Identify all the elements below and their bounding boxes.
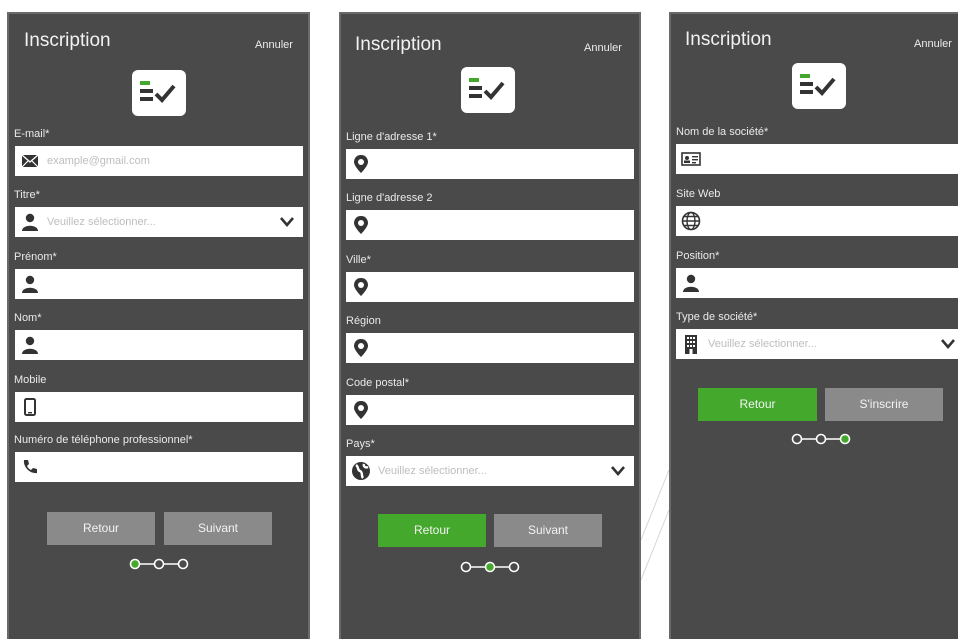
screen-title: Inscription [24, 30, 111, 51]
city-input[interactable] [346, 272, 634, 302]
screen-title: Inscription [355, 34, 442, 55]
step-indicator [460, 561, 520, 573]
country-select[interactable]: Veuillez sélectionner... [346, 456, 634, 486]
step-dot-2 [484, 561, 496, 573]
mobile-input[interactable] [15, 392, 303, 422]
last-name-input[interactable] [15, 330, 303, 360]
registration-screen-1: Inscription Annuler E-mail* example@gmai… [7, 12, 310, 639]
email-placeholder: example@gmail.com [47, 155, 150, 167]
person-icon [681, 273, 701, 293]
form-checklist-logo-icon [132, 70, 186, 116]
phone-handset-icon [20, 457, 40, 477]
back-button[interactable]: Retour [378, 514, 486, 547]
first-name-input[interactable] [15, 269, 303, 299]
email-input[interactable]: example@gmail.com [15, 146, 303, 176]
step-indicator [791, 433, 851, 445]
connector-lines [641, 470, 670, 580]
cancel-link[interactable]: Annuler [914, 38, 952, 50]
person-icon [20, 335, 40, 355]
step-dot-1 [129, 558, 141, 570]
id-card-icon [681, 149, 701, 169]
register-button[interactable]: S'inscrire [825, 388, 943, 421]
step-dot-2 [153, 558, 165, 570]
field-label-company-type: Type de société* [676, 311, 758, 323]
building-icon [681, 334, 701, 354]
step-dot-3 [177, 558, 189, 570]
web-globe-icon [681, 211, 701, 231]
map-pin-icon [351, 338, 371, 358]
region-input[interactable] [346, 333, 634, 363]
address-line-2-input[interactable] [346, 210, 634, 240]
screen-title: Inscription [685, 29, 772, 50]
postal-code-input[interactable] [346, 395, 634, 425]
map-pin-icon [351, 400, 371, 420]
field-label-address-line-2: Ligne d'adresse 2 [346, 192, 433, 204]
step-dot-3 [508, 561, 520, 573]
address-line-1-input[interactable] [346, 149, 634, 179]
field-label-first-name: Prénom* [14, 251, 57, 263]
person-icon [20, 212, 40, 232]
position-input[interactable] [676, 268, 958, 298]
registration-screen-2: Inscription Annuler Ligne d'adresse 1* L… [339, 12, 641, 639]
cancel-link[interactable]: Annuler [255, 39, 293, 51]
form-checklist-logo-icon [461, 67, 515, 113]
step-dot-2 [815, 433, 827, 445]
field-label-mobile: Mobile [14, 374, 47, 386]
back-button[interactable]: Retour [698, 388, 817, 421]
step-dot-1 [791, 433, 803, 445]
step-dot-1 [460, 561, 472, 573]
mobile-phone-icon [20, 397, 40, 417]
field-label-last-name: Nom* [14, 312, 42, 324]
chevron-down-icon[interactable] [940, 338, 956, 350]
title-select-placeholder: Veuillez sélectionner... [47, 216, 156, 228]
globe-icon [351, 461, 371, 481]
back-button[interactable]: Retour [47, 512, 155, 545]
form-checklist-logo-icon [792, 63, 846, 109]
next-button[interactable]: Suivant [164, 512, 272, 545]
step-indicator [129, 558, 189, 570]
step-dot-3 [839, 433, 851, 445]
title-select[interactable]: Veuillez sélectionner... [15, 207, 303, 237]
website-input[interactable] [676, 206, 958, 236]
work-phone-input[interactable] [15, 452, 303, 482]
cancel-link[interactable]: Annuler [584, 42, 622, 54]
field-label-position: Position* [676, 250, 720, 262]
map-pin-icon [351, 277, 371, 297]
field-label-website: Site Web [676, 188, 721, 200]
company-name-input[interactable] [676, 144, 958, 174]
next-button[interactable]: Suivant [494, 514, 602, 547]
company-type-select[interactable]: Veuillez sélectionner... [676, 329, 958, 359]
field-label-work-phone: Numéro de téléphone professionnel* [14, 434, 193, 446]
field-label-postal-code: Code postal* [346, 377, 409, 389]
map-pin-icon [351, 215, 371, 235]
field-label-address-line-1: Ligne d'adresse 1* [346, 131, 437, 143]
envelope-icon [20, 151, 40, 171]
field-label-region: Région [346, 315, 381, 327]
registration-screen-3: Inscription Annuler Nom de la société* S… [669, 12, 958, 639]
chevron-down-icon[interactable] [610, 465, 626, 477]
field-label-email: E-mail* [14, 128, 50, 140]
country-select-placeholder: Veuillez sélectionner... [378, 465, 487, 477]
company-type-placeholder: Veuillez sélectionner... [708, 338, 817, 350]
stage: Inscription Annuler E-mail* example@gmai… [0, 0, 958, 639]
chevron-down-icon[interactable] [279, 216, 295, 228]
field-label-city: Ville* [346, 254, 371, 266]
map-pin-icon [351, 154, 371, 174]
field-label-company-name: Nom de la société* [676, 126, 769, 138]
field-label-country: Pays* [346, 438, 375, 450]
field-label-title: Titre* [14, 189, 40, 201]
person-icon [20, 274, 40, 294]
